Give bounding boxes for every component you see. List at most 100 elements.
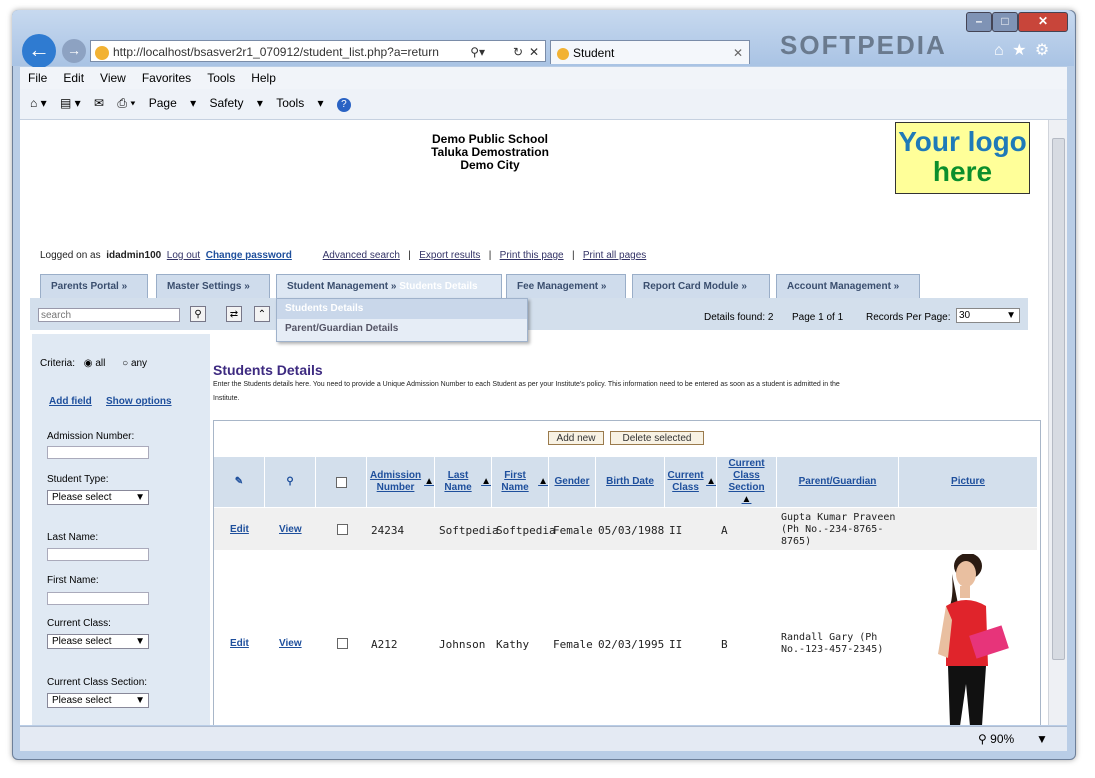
current-class-select[interactable]: Please select ▼ xyxy=(47,634,149,649)
submenu-students-details[interactable]: Students Details xyxy=(277,299,527,319)
logout-link[interactable]: Log out xyxy=(167,250,200,261)
cell-first-name: Softpedia xyxy=(496,524,556,537)
chevron-down-icon[interactable]: ▼ xyxy=(1036,732,1048,746)
toggle-button[interactable]: ⇄ xyxy=(226,306,242,322)
last-name-input[interactable] xyxy=(47,548,149,561)
close-button[interactable]: ✕ xyxy=(1018,12,1068,32)
sort-up-icon: ▲ xyxy=(481,476,491,487)
menu-file[interactable]: File xyxy=(20,67,55,89)
page-menu[interactable]: Page ▾ xyxy=(149,89,196,117)
help-icon[interactable]: ? xyxy=(336,98,351,112)
header-first-name[interactable]: First Name ▲ xyxy=(492,457,549,507)
header-section[interactable]: Current Class Section ▲ xyxy=(717,457,777,507)
header-label: Admission Number xyxy=(369,470,422,493)
select-value: Please select xyxy=(52,636,112,647)
chevron-down-icon: ▼ xyxy=(135,695,145,706)
stop-icon[interactable]: ✕ xyxy=(529,41,539,63)
view-link[interactable]: View xyxy=(279,524,302,535)
zoom-control[interactable]: ⚲ 90% xyxy=(978,732,1014,746)
cell-class: II xyxy=(669,638,683,651)
cell-birth-date: 02/03/1995 xyxy=(598,638,665,651)
header-picture[interactable]: Picture xyxy=(899,457,1037,507)
edit-link[interactable]: Edit xyxy=(230,524,249,535)
show-options-link[interactable]: Show options xyxy=(106,396,172,407)
browser-tab[interactable]: Student ✕ xyxy=(550,40,750,64)
tab-student-management[interactable]: Student Management » Students Details xyxy=(276,274,502,298)
tab-label: Fee Management xyxy=(517,281,599,292)
mail-icon[interactable]: ✉ xyxy=(94,89,104,117)
favorites-star-icon[interactable]: ★ xyxy=(1012,42,1026,59)
student-type-label: Student Type: xyxy=(47,474,109,485)
forward-button[interactable]: → xyxy=(62,39,86,63)
page-content: Demo Public School Taluka Demostration D… xyxy=(20,120,1048,725)
header-current-class[interactable]: Current Class ▲ xyxy=(665,457,717,507)
page-menu-label: Page xyxy=(148,96,177,110)
header-parent[interactable]: Parent/Guardian xyxy=(777,457,899,507)
feeds-icon[interactable]: ▤ ▾ xyxy=(60,89,81,117)
search-sidebar: Criteria: ◉ all ○ any Add field Show opt… xyxy=(32,334,210,725)
select-all-checkbox[interactable] xyxy=(335,476,347,488)
edit-link[interactable]: Edit xyxy=(230,638,249,649)
address-bar[interactable]: http://localhost/bsasver2r1_070912/stude… xyxy=(90,40,546,62)
add-new-button[interactable]: Add new xyxy=(548,431,604,445)
radio-any[interactable]: ○ xyxy=(122,358,128,369)
radio-all[interactable]: ◉ xyxy=(84,358,93,369)
search-input[interactable] xyxy=(38,308,180,322)
add-field-link[interactable]: Add field xyxy=(49,396,92,407)
first-name-input[interactable] xyxy=(47,592,149,605)
home-icon[interactable]: ⌂ xyxy=(994,42,1004,59)
menu-edit[interactable]: Edit xyxy=(55,67,92,89)
tab-parents-portal[interactable]: Parents Portal » xyxy=(40,274,148,298)
admission-number-input[interactable] xyxy=(47,446,149,459)
header-gender[interactable]: Gender xyxy=(549,457,596,507)
records-per-page-select[interactable]: 30 ▼ xyxy=(956,308,1020,323)
tab-report-card[interactable]: Report Card Module » xyxy=(632,274,770,298)
tools-menu[interactable]: Tools ▾ xyxy=(276,89,323,117)
home-cmd-icon[interactable]: ⌂ ▾ xyxy=(30,89,47,117)
print-all-link[interactable]: Print all pages xyxy=(583,250,646,261)
scroll-thumb[interactable] xyxy=(1052,138,1065,660)
gear-icon[interactable]: ⚙ xyxy=(1035,42,1049,59)
edit-icon: ✎ xyxy=(234,476,244,487)
tab-master-settings[interactable]: Master Settings » xyxy=(156,274,270,298)
criteria-label: Criteria: xyxy=(40,358,76,369)
current-class-section-select[interactable]: Please select ▼ xyxy=(47,693,149,708)
header-birth-date[interactable]: Birth Date xyxy=(596,457,665,507)
menu-help[interactable]: Help xyxy=(243,67,284,89)
minimize-button[interactable]: – xyxy=(966,12,992,32)
header-admission[interactable]: Admission Number ▲ xyxy=(367,457,435,507)
export-results-link[interactable]: Export results xyxy=(419,250,480,261)
chevron-down-icon: ▼ xyxy=(1006,310,1016,321)
tab-fee-management[interactable]: Fee Management » xyxy=(506,274,626,298)
cell-last-name: Softpedia xyxy=(439,524,499,537)
cell-class: II xyxy=(669,524,683,537)
search-button[interactable]: ⚲ xyxy=(190,306,206,322)
header-last-name[interactable]: Last Name ▲ xyxy=(435,457,492,507)
header-label: Current Class Section xyxy=(728,458,765,493)
search-dropdown-icon[interactable]: ⚲▾ xyxy=(470,41,485,63)
delete-selected-button[interactable]: Delete selected xyxy=(610,431,704,445)
refresh-icon[interactable]: ↻ xyxy=(513,41,523,63)
student-type-select[interactable]: Please select ▼ xyxy=(47,490,149,505)
chevron-down-icon: ▼ xyxy=(135,492,145,503)
print-icon[interactable]: ⎙ ▾ xyxy=(117,89,135,117)
tab-account-management[interactable]: Account Management » xyxy=(776,274,920,298)
header-edit: ✎ xyxy=(214,457,265,507)
back-button[interactable]: ← xyxy=(22,34,56,68)
vertical-scrollbar[interactable] xyxy=(1048,120,1067,725)
menu-view[interactable]: View xyxy=(92,67,134,89)
print-page-link[interactable]: Print this page xyxy=(500,250,564,261)
view-link[interactable]: View xyxy=(279,638,302,649)
tab-close-icon[interactable]: ✕ xyxy=(733,41,743,65)
tab-title: Student xyxy=(573,46,615,60)
row-checkbox[interactable] xyxy=(337,524,348,535)
maximize-button[interactable]: □ xyxy=(992,12,1018,32)
submenu-parent-guardian[interactable]: Parent/Guardian Details xyxy=(277,319,527,339)
advanced-search-link[interactable]: Advanced search xyxy=(323,250,400,261)
safety-menu[interactable]: Safety ▾ xyxy=(209,89,262,117)
row-checkbox[interactable] xyxy=(337,638,348,649)
menu-tools[interactable]: Tools xyxy=(199,67,243,89)
menu-favorites[interactable]: Favorites xyxy=(134,67,199,89)
change-password-link[interactable]: Change password xyxy=(206,250,292,261)
collapse-button[interactable]: ⌃ xyxy=(254,306,270,322)
